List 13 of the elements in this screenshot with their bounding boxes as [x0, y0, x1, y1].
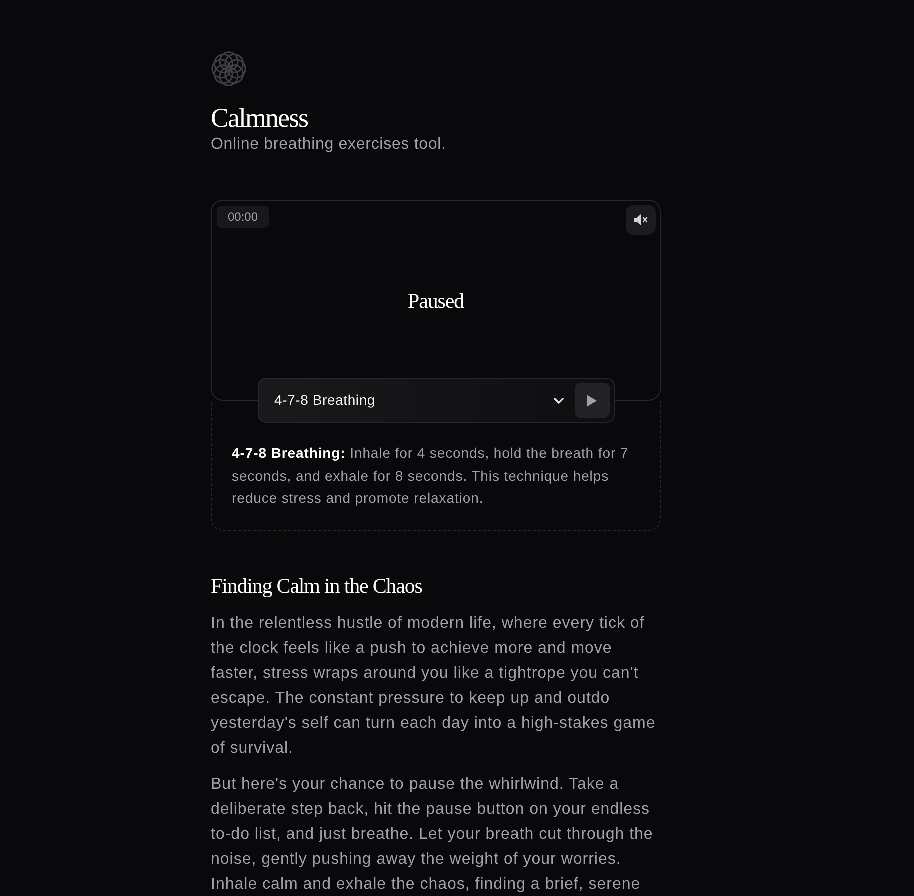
- exercise-select[interactable]: 4-7-8 Breathing: [258, 378, 614, 423]
- article-paragraph: But here's your chance to pause the whirlwind. Take a deliberate step back, hit the pause button on your endless to-do list, and just breathe. Let your breath cut through the noise, gently pushing away the weight of your worries. Inhale calm and exhale the chaos, finding a brief, serene: [211, 774, 654, 894]
- play-button[interactable]: [574, 383, 610, 418]
- app-title: Calmness: [211, 102, 308, 134]
- article-paragraph: In the relentless hustle of modern life, where every tick of the clock feels like a push to achieve more and move faster, stress wraps around you like a tightrope you can't escape. The constant pressure to keep up and outdo yesterday's self can turn each day into a high-stakes game of survival.: [211, 614, 657, 758]
- chevron-down-icon: [554, 398, 564, 404]
- timer-badge: 00:00: [217, 206, 270, 228]
- exercise-description: 4-7-8 Breathing: Inhale for 4 seconds, hold the breath for 7 seconds, and exhale for 8 seconds. This technique helps reduce stress and promote relaxation.: [232, 444, 630, 508]
- flower-logo-icon: [211, 51, 247, 87]
- mute-button[interactable]: [626, 205, 656, 235]
- article-heading: Finding Calm in the Chaos: [211, 572, 422, 600]
- status-text: Paused: [408, 288, 464, 314]
- app-subtitle: Online breathing exercises tool.: [211, 135, 446, 155]
